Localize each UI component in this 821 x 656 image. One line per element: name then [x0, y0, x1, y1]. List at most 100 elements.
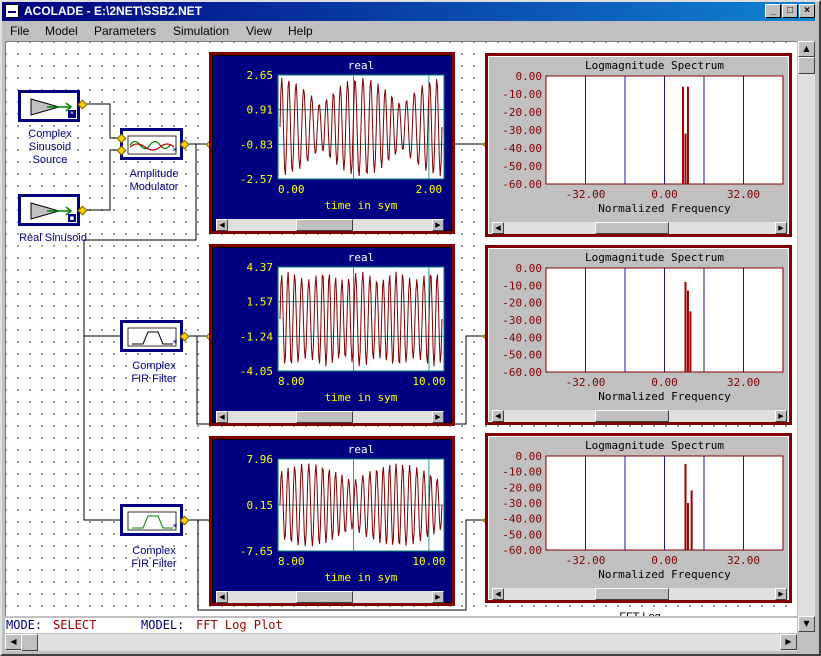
menu-simulation[interactable]: Simulation: [173, 24, 229, 38]
scroll-left-button[interactable]: ◀: [492, 222, 504, 234]
plot-scrollbar[interactable]: ◀ ▶: [216, 591, 444, 603]
spectrum-plot-svg: Logmagnitude Spectrum 0.00 -10.00 -20.00 -30…: [502, 251, 784, 403]
scroll-thumb[interactable]: [296, 411, 353, 423]
complex-sinusoid-source-block[interactable]: *: [18, 90, 80, 122]
scroll-right-button[interactable]: ▶: [775, 222, 787, 234]
sinusoid-source-icon: [30, 202, 73, 220]
complex-marker-icon: *: [172, 339, 178, 349]
x-axis-label: time in sym: [325, 391, 398, 404]
scroll-left-button[interactable]: ◀: [5, 634, 22, 650]
y-tick-label: -40.00: [502, 513, 542, 526]
complex-fir-filter-block-1[interactable]: *: [120, 320, 183, 352]
real-sinusoid-block[interactable]: ▪: [18, 194, 80, 226]
x-tick-label: 8.00: [278, 555, 305, 568]
amplitude-modulator-block[interactable]: *: [120, 128, 183, 160]
x-tick-label: 32.00: [727, 554, 760, 567]
x-tick-label: 8.00: [278, 375, 305, 388]
x-tick-label: 10.00: [412, 555, 445, 568]
output-marker-icon: ▪: [68, 214, 76, 222]
menu-parameters[interactable]: Parameters: [94, 24, 156, 38]
time-plot-frame[interactable]: real 4.37 1.57 -1.24 -4.05 8.00 10.00 time in s…: [209, 244, 455, 426]
time-plot-frame[interactable]: real 7.96 0.15 -7.65 8.00 10.00 time in sym ◀ ▶: [209, 436, 455, 606]
chart-title: Logmagnitude Spectrum: [585, 251, 724, 264]
y-tick-label: -0.83: [240, 138, 273, 151]
y-tick-label: 7.96: [247, 453, 274, 466]
scroll-right-button[interactable]: ▶: [432, 591, 444, 603]
chart-title: real: [348, 59, 375, 72]
x-axis-label: Normalized Frequency: [598, 202, 731, 215]
scroll-right-button[interactable]: ▶: [432, 411, 444, 423]
scroll-thumb[interactable]: [595, 588, 669, 600]
y-tick-label: -20.00: [502, 481, 542, 494]
y-tick-label: 0.15: [247, 499, 274, 512]
x-tick-label: 2.00: [416, 183, 443, 196]
model-label: MODEL:: [141, 618, 185, 632]
real-sinusoid-label: Real Sinusoid: [19, 232, 87, 244]
y-tick-label: 0.00: [516, 70, 543, 83]
spectrum-plot-frame[interactable]: Logmagnitude Spectrum 0.00 -10.00 -20.00 -30…: [485, 53, 792, 237]
scroll-right-button[interactable]: ▶: [775, 588, 787, 600]
scroll-left-button[interactable]: ◀: [216, 411, 228, 423]
x-tick-label: 0.00: [278, 183, 305, 196]
y-tick-label: -20.00: [502, 297, 542, 310]
x-tick-label: 0.00: [651, 376, 678, 389]
scroll-left-button[interactable]: ◀: [492, 588, 504, 600]
time-plot-frame[interactable]: real 2.65 0.91 -0.83 -2.57 0.00 2.00 time in sy…: [209, 52, 455, 234]
model-value: FFT Log Plot: [196, 618, 283, 632]
y-tick-label: -50.00: [502, 528, 542, 541]
y-tick-label: -40.00: [502, 331, 542, 344]
scroll-right-button[interactable]: ▶: [780, 634, 797, 650]
x-axis-label: Normalized Frequency: [598, 390, 731, 403]
x-tick-label: -32.00: [566, 554, 606, 567]
y-tick-label: -30.00: [502, 124, 542, 137]
scroll-thumb[interactable]: [296, 219, 353, 231]
scroll-left-button[interactable]: ◀: [216, 219, 228, 231]
y-tick-label: 0.91: [247, 104, 274, 117]
scroll-right-button[interactable]: ▶: [775, 410, 787, 422]
chart-title: Logmagnitude Spectrum: [585, 439, 724, 452]
maximize-button[interactable]: □: [782, 4, 798, 18]
complex-marker-icon: *: [172, 523, 178, 533]
scroll-thumb[interactable]: [296, 591, 353, 603]
close-button[interactable]: ×: [799, 4, 815, 18]
menu-help[interactable]: Help: [288, 24, 313, 38]
x-tick-label: -32.00: [566, 188, 606, 201]
spectrum-plot-frame[interactable]: Logmagnitude Spectrum 0.00 -10.00 -20.00 -30…: [485, 433, 792, 603]
time-plot-svg: real 2.65 0.91 -0.83 -2.57 0.00 2.00 time in sy…: [240, 59, 445, 212]
horizontal-scroll-thumb[interactable]: [21, 634, 38, 651]
vertical-scrollbar[interactable]: ▲ ▼: [798, 41, 815, 632]
plot-scrollbar[interactable]: ◀ ▶: [492, 588, 787, 600]
plot-scrollbar[interactable]: ◀ ▶: [216, 411, 444, 423]
scroll-right-button[interactable]: ▶: [432, 219, 444, 231]
horizontal-scrollbar[interactable]: ◀ ▶: [5, 634, 797, 651]
menu-model[interactable]: Model: [45, 24, 78, 38]
menu-bar: File Model Parameters Simulation View He…: [2, 22, 815, 41]
vertical-scroll-thumb[interactable]: [798, 57, 815, 74]
scroll-down-button[interactable]: ▼: [798, 616, 815, 632]
complex-fir-filter-block-2[interactable]: *: [120, 504, 183, 536]
title-bar[interactable]: ACOLADE - E:\2NET\SSB2.NET _ □ ×: [2, 2, 815, 21]
app-icon[interactable]: [5, 4, 19, 18]
scroll-thumb[interactable]: [595, 410, 669, 422]
scroll-left-button[interactable]: ◀: [492, 410, 504, 422]
mode-label: MODE:: [6, 618, 43, 632]
y-tick-label: 2.65: [247, 69, 274, 82]
menu-view[interactable]: View: [246, 24, 272, 38]
scroll-left-button[interactable]: ◀: [216, 591, 228, 603]
y-tick-label: -2.57: [240, 173, 273, 186]
x-axis-label: time in sym: [325, 571, 398, 584]
y-tick-label: 0.00: [516, 450, 543, 463]
x-tick-label: -32.00: [566, 376, 606, 389]
y-tick-label: -10.00: [502, 88, 542, 101]
amplitude-modulator-label: Amplitude Modulator: [129, 168, 179, 193]
plot-scrollbar[interactable]: ◀ ▶: [216, 219, 444, 231]
minimize-button[interactable]: _: [765, 4, 781, 18]
menu-file[interactable]: File: [10, 24, 29, 38]
y-tick-label: 4.37: [247, 261, 274, 274]
time-plot-svg: real 7.96 0.15 -7.65 8.00 10.00 time in sym: [240, 443, 446, 584]
plot-scrollbar[interactable]: ◀ ▶: [492, 222, 787, 234]
scroll-thumb[interactable]: [595, 222, 669, 234]
plot-scrollbar[interactable]: ◀ ▶: [492, 410, 787, 422]
spectrum-plot-frame[interactable]: Logmagnitude Spectrum 0.00 -10.00 -20.00 -30…: [485, 245, 792, 425]
scroll-up-button[interactable]: ▲: [798, 41, 815, 57]
